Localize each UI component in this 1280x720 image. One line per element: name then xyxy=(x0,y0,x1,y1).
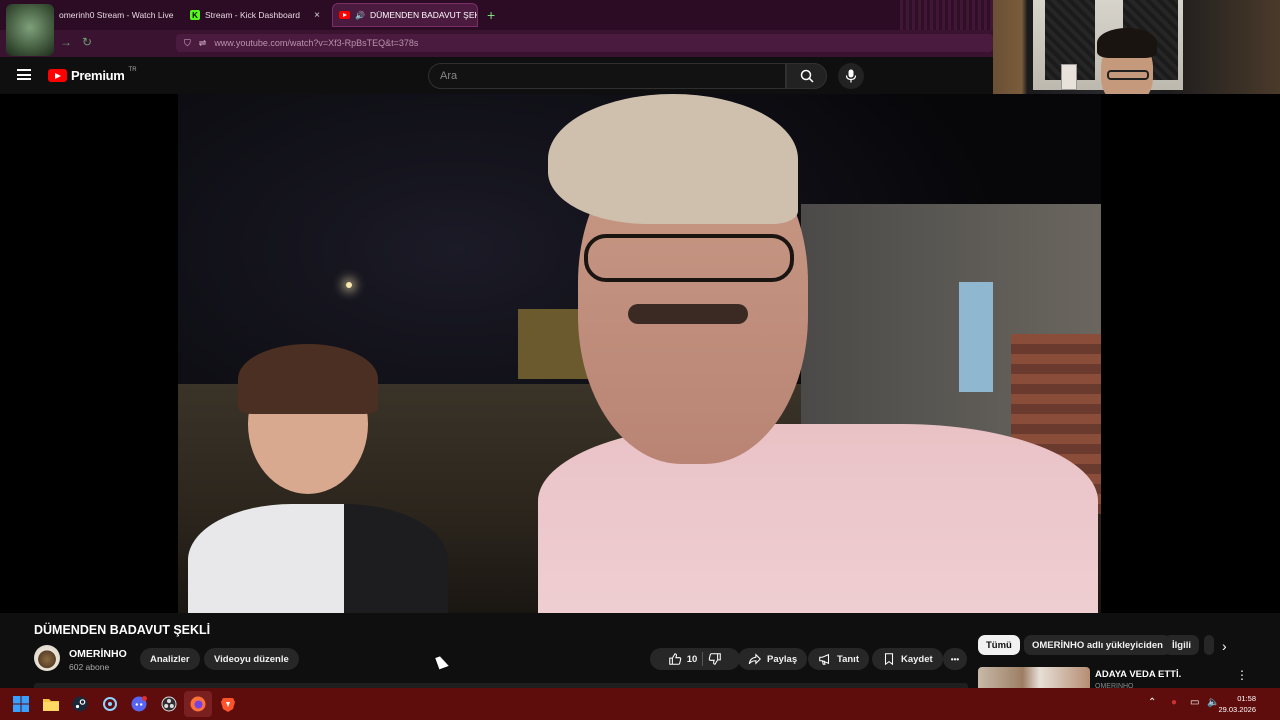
youtube-logo[interactable]: Premium TR xyxy=(48,66,137,83)
tab-label: Stream - Kick Dashboard xyxy=(205,10,300,20)
subscriber-count: 602 abone xyxy=(69,662,110,672)
recommendation-thumbnail[interactable] xyxy=(978,667,1090,688)
edit-video-button[interactable]: Videoyu düzenle xyxy=(204,648,299,670)
like-button[interactable]: 10 xyxy=(668,652,698,666)
address-bar[interactable]: ⛉ ⇌ www.youtube.com/watch?v=Xf3-RpBsTEQ&… xyxy=(176,34,993,52)
close-tab-icon[interactable]: × xyxy=(314,10,320,21)
analytics-button[interactable]: Analizler xyxy=(140,648,200,670)
obs-icon[interactable] xyxy=(161,696,177,712)
megaphone-icon xyxy=(819,653,830,665)
chip-related[interactable]: İlgili xyxy=(1164,635,1199,655)
video-frame[interactable] xyxy=(178,94,1101,613)
save-label: Kaydet xyxy=(901,653,933,665)
tab-youtube-video[interactable]: 🔊 DÜMENDEN BADAVUT ŞEKL × xyxy=(332,3,478,27)
battle-net-icon[interactable] xyxy=(102,696,118,712)
search-button[interactable] xyxy=(786,63,827,89)
youtube-play-icon xyxy=(48,69,67,82)
search-box xyxy=(428,63,786,89)
network-icon[interactable]: ▭ xyxy=(1190,697,1199,708)
show-hidden-icons-chevron[interactable]: ⌃ xyxy=(1148,697,1156,708)
forward-icon[interactable]: → xyxy=(60,35,72,49)
promote-label: Tanıt xyxy=(837,653,859,665)
kebab-menu-icon[interactable]: ⋮ xyxy=(1236,668,1248,682)
share-button[interactable]: Paylaş xyxy=(738,648,808,670)
thumbs-down-icon xyxy=(709,653,722,665)
divider xyxy=(702,652,704,666)
promote-button[interactable]: Tanıt xyxy=(808,648,869,670)
firefox-icon[interactable] xyxy=(190,696,206,712)
discord-icon[interactable] xyxy=(131,696,147,712)
chip-from-uploader[interactable]: OMERİNHO adlı yükleyiciden xyxy=(1024,635,1171,655)
youtube-header: Premium TR xyxy=(0,57,993,94)
windows-start-icon[interactable] xyxy=(13,696,29,712)
thumbs-up-icon xyxy=(668,653,681,665)
mouse-cursor xyxy=(435,654,449,670)
file-explorer-icon[interactable] xyxy=(43,696,59,712)
brave-icon[interactable] xyxy=(220,696,236,712)
youtube-favicon-icon xyxy=(339,11,350,19)
streamer-overlay-avatar xyxy=(6,4,54,56)
tray-app-icon[interactable]: ● xyxy=(1171,697,1177,708)
search-icon xyxy=(800,69,814,83)
tab-label: DÜMENDEN BADAVUT ŞEKL xyxy=(369,10,478,20)
tab-strip: K omerinh0 Stream - Watch Live o × K Str… xyxy=(0,0,993,30)
system-clock[interactable]: 01:58 29.03.2026 xyxy=(1218,693,1256,715)
dislike-button[interactable] xyxy=(708,652,722,666)
shield-icon[interactable]: ⛉ xyxy=(184,38,191,49)
channel-name[interactable]: OMERİNHO xyxy=(69,648,127,660)
video-player[interactable] xyxy=(0,94,1280,613)
brand-text: Premium xyxy=(71,68,125,83)
titlebar-artifact xyxy=(900,0,993,30)
save-button[interactable]: Kaydet xyxy=(872,648,943,670)
channel-avatar[interactable] xyxy=(34,645,60,671)
bookmark-icon xyxy=(884,653,894,666)
tab-label: omerinh0 Stream - Watch Live o xyxy=(59,10,176,20)
like-dislike-group: 10 xyxy=(650,648,740,670)
reload-icon[interactable]: ↻ xyxy=(82,35,92,49)
tab-kick-dashboard[interactable]: K Stream - Kick Dashboard × xyxy=(184,3,326,27)
like-count: 10 xyxy=(686,653,698,665)
clock-time: 01:58 xyxy=(1237,694,1256,703)
region-code: TR xyxy=(128,66,137,73)
share-icon xyxy=(748,653,761,665)
chip-overflow[interactable] xyxy=(1204,635,1214,655)
chevron-right-icon[interactable]: › xyxy=(1222,638,1227,654)
kick-icon: K xyxy=(190,10,200,20)
browser-toolbar: K omerinh0 Stream - Watch Live o × K Str… xyxy=(0,0,993,57)
new-tab-button[interactable]: + xyxy=(487,7,495,23)
clock-date: 29.03.2026 xyxy=(1218,705,1256,714)
more-actions-button[interactable]: ••• xyxy=(943,648,967,670)
chip-all[interactable]: Tümü xyxy=(978,635,1020,655)
voice-search-button[interactable] xyxy=(838,63,864,89)
url-text: www.youtube.com/watch?v=Xf3-RpBsTEQ&t=37… xyxy=(214,38,419,48)
video-info: DÜMENDEN BADAVUT ŞEKLİ OMERİNHO 602 abon… xyxy=(0,613,1280,688)
windows-taskbar: ⌃ ● ▭ 🔈 01:58 29.03.2026 xyxy=(0,688,1280,720)
steam-icon[interactable] xyxy=(72,696,88,712)
site-settings-icon[interactable]: ⇌ xyxy=(199,38,207,49)
share-label: Paylaş xyxy=(767,653,798,665)
recommendation-title[interactable]: ADAYA VEDA ETTİ. xyxy=(1095,669,1181,680)
microphone-icon xyxy=(845,69,857,83)
search-input[interactable] xyxy=(440,70,785,82)
video-title: DÜMENDEN BADAVUT ŞEKLİ xyxy=(34,623,211,637)
tab-kick-stream[interactable]: K omerinh0 Stream - Watch Live o × xyxy=(38,3,176,27)
menu-icon[interactable] xyxy=(17,69,31,80)
speaker-icon[interactable]: 🔊 xyxy=(355,11,365,20)
